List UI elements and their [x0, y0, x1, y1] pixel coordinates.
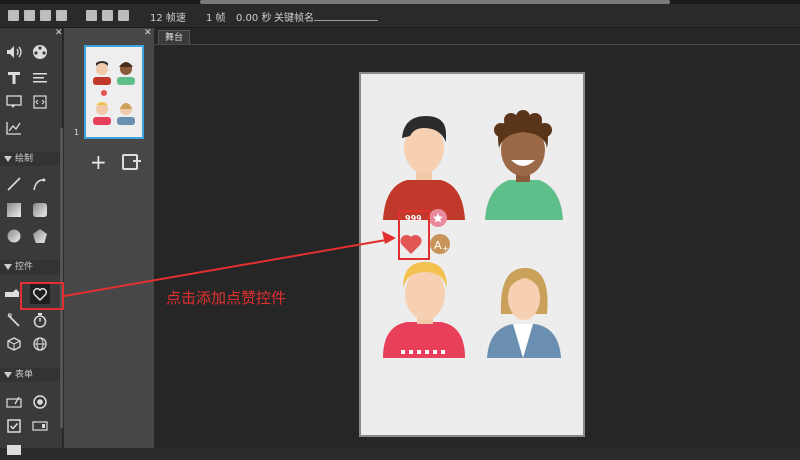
form-section-header[interactable]: 表单: [0, 368, 60, 382]
chart-icon[interactable]: [4, 118, 24, 138]
tools-panel: ✕ 绘制 控件 表单: [0, 28, 63, 455]
circle-icon[interactable]: [4, 226, 24, 246]
annotation-text: 点击添加点赞控件: [166, 289, 287, 307]
more-form-icon[interactable]: [4, 440, 24, 460]
keyframe-name-input[interactable]: [314, 20, 378, 21]
cube-icon[interactable]: [4, 334, 24, 354]
svg-text:A: A: [434, 239, 442, 252]
avatar-woman: [487, 268, 561, 358]
comment-icon[interactable]: [4, 92, 24, 112]
form-section-label: 表单: [15, 370, 34, 380]
open-folder-icon[interactable]: [24, 10, 35, 21]
stage-canvas[interactable]: 999 A +: [359, 72, 585, 437]
horizontal-scrollbar[interactable]: [0, 0, 800, 4]
stage-artwork: 999 A +: [383, 110, 563, 358]
text-icon[interactable]: [4, 68, 24, 88]
tools-scrollbar[interactable]: [60, 128, 63, 428]
draw-section-header[interactable]: 绘制: [0, 152, 60, 166]
avatar-blonde: [383, 262, 465, 358]
top-toolbar: 12 帧速 1 帧 0.00 秒 关键帧名: [0, 0, 800, 28]
close-icon[interactable]: ✕: [55, 28, 63, 38]
rectangle-icon[interactable]: [4, 200, 24, 220]
curve-icon[interactable]: [30, 174, 50, 194]
timer-icon[interactable]: [30, 310, 50, 330]
tab-divider: [154, 44, 800, 45]
audio-icon[interactable]: [4, 42, 24, 62]
highlight-like-widget: [398, 210, 430, 260]
save-icon[interactable]: [40, 10, 51, 21]
select-icon[interactable]: [30, 416, 50, 436]
radio-icon[interactable]: [30, 392, 50, 412]
wand-icon[interactable]: [4, 310, 24, 330]
rounded-rectangle-icon[interactable]: [30, 200, 50, 220]
scrollbar-thumb[interactable]: [200, 0, 670, 4]
frame-delete-icon[interactable]: [118, 10, 129, 21]
input-field-icon[interactable]: [4, 392, 24, 412]
svg-text:+: +: [442, 244, 449, 253]
delete-icon[interactable]: [56, 10, 67, 21]
video-icon[interactable]: [30, 42, 50, 62]
line-icon[interactable]: [4, 174, 24, 194]
draw-section-label: 绘制: [15, 154, 34, 164]
panorama-icon[interactable]: [30, 334, 50, 354]
close-icon[interactable]: ✕: [144, 28, 152, 38]
paragraph-icon[interactable]: [30, 68, 50, 88]
avatar-dark-hair: [383, 116, 465, 220]
avatar-curly-hair: [485, 110, 563, 220]
frame-icon[interactable]: [86, 10, 97, 21]
highlight-like-tool: [20, 282, 64, 310]
hand-cursor-icon[interactable]: [2, 284, 22, 304]
pentagon-icon[interactable]: [30, 226, 50, 246]
controls-section-label: 控件: [15, 262, 34, 272]
new-file-icon[interactable]: [8, 10, 19, 21]
page-thumbnail-preview: [93, 61, 135, 125]
controls-section-header[interactable]: 控件: [0, 260, 60, 274]
html-icon[interactable]: [30, 92, 50, 112]
keyframe-name-label: 关键帧名: [274, 13, 314, 24]
stage-panel: 舞台 999 A +: [154, 28, 800, 448]
checkbox-icon[interactable]: [4, 416, 24, 436]
insert-page-icon[interactable]: [122, 154, 141, 170]
frame-count-label: 1 帧: [206, 13, 226, 24]
page-number: 1: [74, 128, 80, 137]
pages-panel: ✕ 1 +: [64, 28, 154, 448]
time-label: 0.00 秒: [236, 13, 272, 24]
frame-copy-icon[interactable]: [102, 10, 113, 21]
page-thumbnail[interactable]: [84, 45, 144, 139]
fps-label: 12 帧速: [150, 13, 186, 24]
tab-stage[interactable]: 舞台: [158, 30, 190, 44]
add-page-button[interactable]: +: [90, 152, 107, 172]
